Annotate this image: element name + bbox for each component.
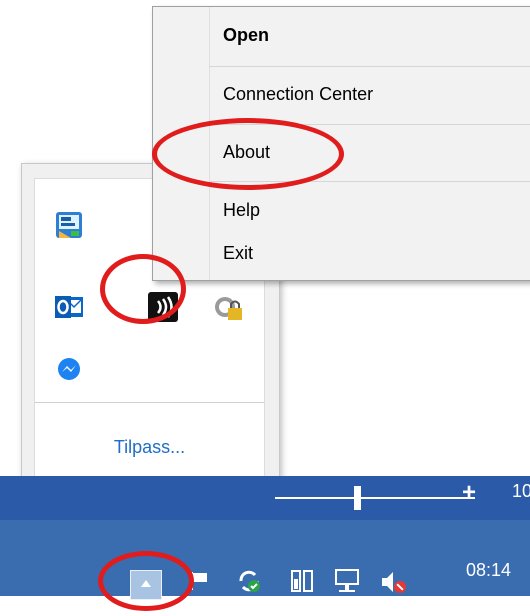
menu-item-connection-center[interactable]: Connection Center — [223, 84, 373, 105]
volume-slider-thumb[interactable] — [354, 486, 361, 510]
annotation-ellipse-overflow-button — [98, 551, 194, 611]
menu-item-open[interactable]: Open — [223, 25, 269, 46]
teamviewer-icon[interactable] — [53, 209, 85, 241]
network-icon[interactable] — [333, 567, 361, 595]
flyout-divider — [35, 402, 264, 403]
volume-muted-icon[interactable] — [378, 568, 408, 596]
outlook-icon[interactable] — [53, 291, 85, 323]
volume-value: 10 — [512, 481, 530, 501]
vpn-lock-icon[interactable] — [213, 291, 245, 323]
customize-link[interactable]: Tilpass... — [35, 437, 264, 458]
annotation-ellipse-citrix-icon — [100, 254, 186, 324]
annotation-ellipse-about — [152, 118, 344, 190]
clock-time[interactable]: 08:14 — [466, 560, 511, 581]
messenger-icon[interactable] — [53, 353, 85, 385]
volume-plus-label: + — [462, 479, 477, 506]
menu-item-help[interactable]: Help — [223, 200, 260, 221]
menu-separator — [209, 66, 530, 67]
taskbar — [0, 520, 530, 596]
power-icon[interactable] — [290, 567, 314, 595]
volume-slider-track[interactable] — [275, 497, 475, 499]
sync-icon[interactable] — [235, 567, 263, 595]
clock-date[interactable]: 24.06.20 — [446, 595, 516, 616]
menu-item-exit[interactable]: Exit — [223, 243, 253, 264]
